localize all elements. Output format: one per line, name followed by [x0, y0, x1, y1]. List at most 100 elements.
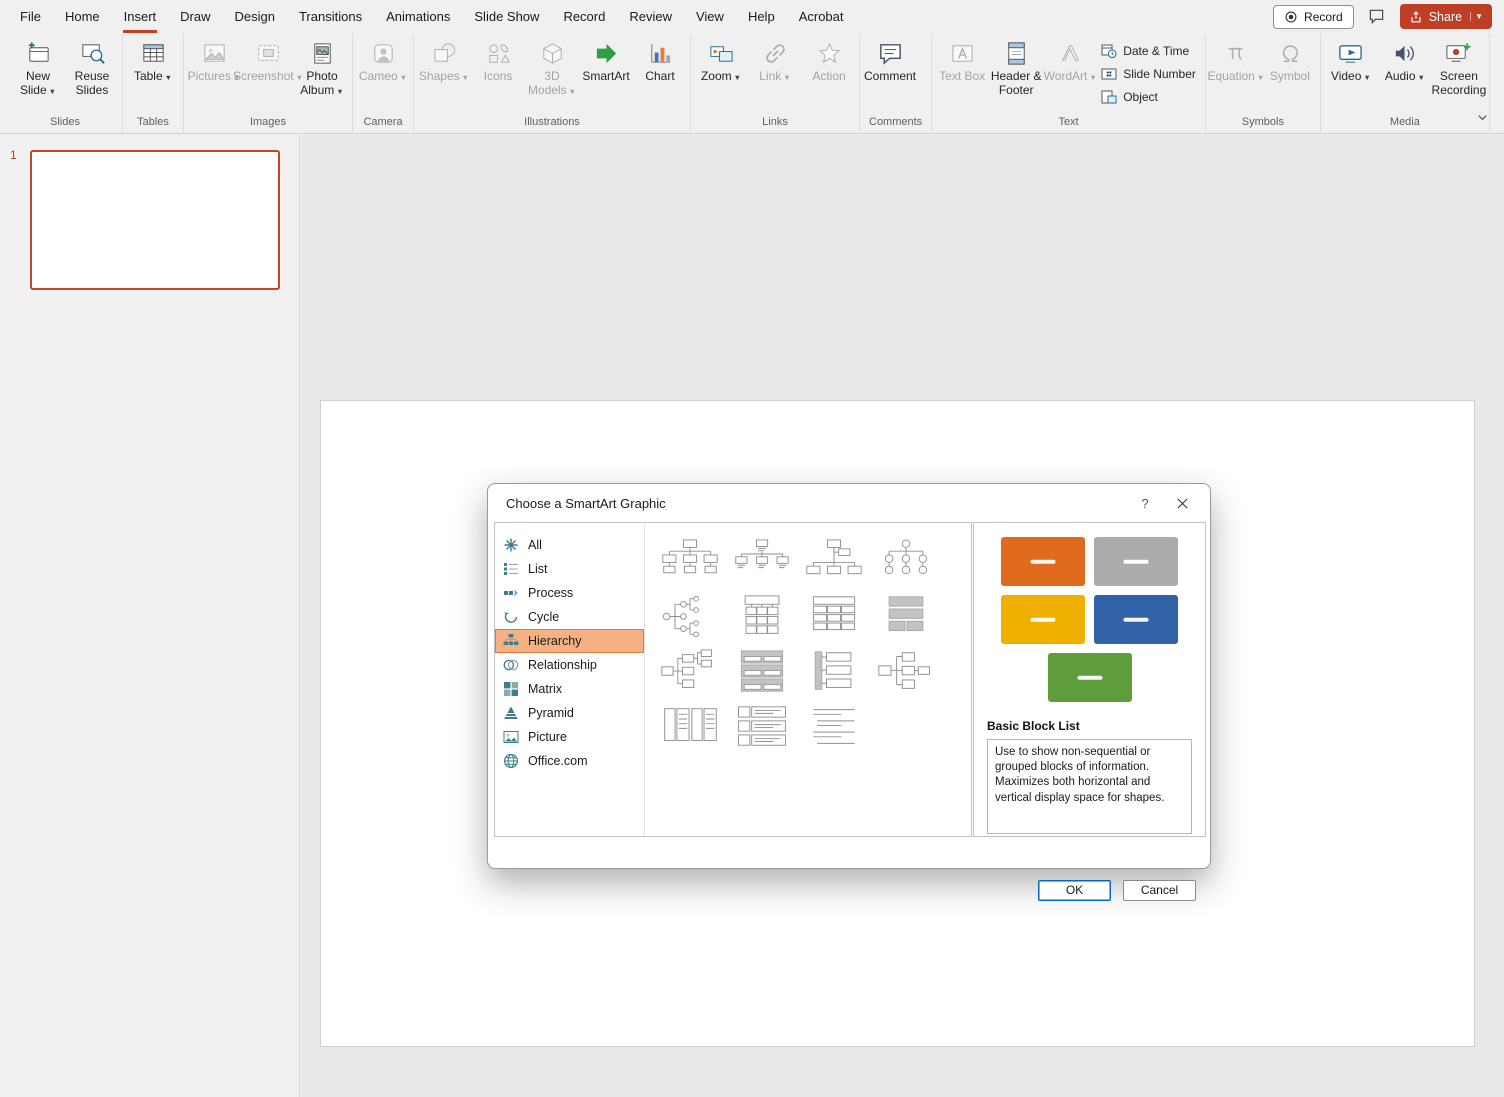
smartart-thumbnail-org-assist[interactable] [798, 534, 870, 589]
menu-tab-acrobat[interactable]: Acrobat [787, 0, 856, 33]
smartart-button[interactable]: SmartArt [579, 34, 633, 86]
link-icon [762, 39, 789, 67]
photo-album-button[interactable]: Photo Album▼ [295, 34, 349, 100]
smartart-thumbnail-stack-list[interactable] [726, 644, 798, 699]
menu-tab-transitions[interactable]: Transitions [287, 0, 374, 33]
video-button[interactable]: Video▼ [1324, 34, 1378, 86]
record-button[interactable]: Record [1273, 5, 1354, 29]
menu-tab-record[interactable]: Record [551, 0, 617, 33]
dialog-actions: OK Cancel [1038, 880, 1196, 901]
process-icon [503, 585, 519, 601]
chevron-down-icon: ▼ [783, 73, 790, 82]
ribbon-group-label-text: Text [935, 113, 1202, 133]
link-button: Link▼ [748, 34, 802, 86]
chart-button[interactable]: Chart [633, 34, 687, 86]
chevron-down-icon: ▼ [400, 73, 407, 82]
menu-tab-insert[interactable]: Insert [112, 0, 169, 33]
smartart-thumbnail-tall-list[interactable] [654, 699, 726, 754]
chevron-down-icon: ▼ [336, 87, 343, 96]
ribbon-group-comments: CommentComments [860, 34, 932, 133]
date-time-icon [1101, 43, 1117, 59]
category-hierarchy[interactable]: Hierarchy [495, 629, 644, 653]
ribbon-group-illustrations: Shapes▼Icons3D Models▼SmartArtChartIllus… [414, 34, 691, 133]
share-button[interactable]: Share ▼ [1400, 4, 1492, 29]
all-icon [503, 537, 519, 553]
ribbon-group-slides: New Slide▼Reuse SlidesSlides [8, 34, 123, 133]
category-picture[interactable]: Picture [495, 725, 644, 749]
smartart-thumbnail-horiz-hier[interactable] [654, 644, 726, 699]
share-chevron-icon[interactable]: ▼ [1470, 12, 1483, 21]
reuse-slides-button[interactable]: Reuse Slides [65, 34, 119, 100]
category-list[interactable]: List [495, 557, 644, 581]
category-list: AllListProcessCycleHierarchyRelationship… [495, 523, 645, 836]
category-pyramid[interactable]: Pyramid [495, 701, 644, 725]
date-time-button[interactable]: Date & Time [1101, 43, 1196, 59]
menu-tab-draw[interactable]: Draw [168, 0, 222, 33]
preview-block-orange [1001, 537, 1085, 586]
ribbon-group-text: Text BoxHeader & FooterWordArt▼Date & Ti… [932, 34, 1206, 133]
pictures-icon [201, 39, 228, 67]
category-process[interactable]: Process [495, 581, 644, 605]
menu-tab-home[interactable]: Home [53, 0, 112, 33]
smartart-thumbnail-circle-tree[interactable] [654, 589, 726, 644]
smartart-thumbnail-org[interactable] [654, 534, 726, 589]
preview-blocks [987, 537, 1192, 702]
header-footer-icon [1003, 39, 1030, 67]
powerpoint-window: FileHomeInsertDrawDesignTransitionsAnima… [0, 0, 1504, 1097]
comment-button[interactable]: Comment [863, 34, 917, 86]
ribbon-group-media: Video▼Audio▼Screen RecordingMedia [1321, 34, 1490, 133]
menu-tab-animations[interactable]: Animations [374, 0, 462, 33]
smartart-thumbnail-table-rows[interactable] [798, 589, 870, 644]
slide-number-icon [1101, 66, 1117, 82]
ribbon-group-links: Zoom▼Link▼ActionLinks [691, 34, 860, 133]
ribbon-group-images: Pictures▼Screenshot▼Photo Album▼Images [184, 34, 353, 133]
category-office-com[interactable]: Office.com [495, 749, 644, 773]
category-all[interactable]: All [495, 533, 644, 557]
menu-tab-help[interactable]: Help [736, 0, 787, 33]
menu-tab-slide-show[interactable]: Slide Show [462, 0, 551, 33]
menu-tab-view[interactable]: View [684, 0, 736, 33]
smartart-thumbnail-horiz-org[interactable] [870, 644, 942, 699]
smartart-thumbnail-circle-org[interactable] [870, 534, 942, 589]
chevron-down-icon: ▼ [1418, 73, 1425, 82]
wordart-button: WordArt▼ [1043, 34, 1097, 86]
smartart-thumbnail-box-subgrid[interactable] [726, 589, 798, 644]
category-relationship[interactable]: Relationship [495, 653, 644, 677]
cancel-button[interactable]: Cancel [1123, 880, 1196, 901]
header-footer-button[interactable]: Header & Footer [989, 34, 1043, 100]
share-icon [1409, 10, 1423, 24]
equation-icon [1222, 39, 1249, 67]
smartart-thumbnail-gray-stack[interactable] [870, 589, 942, 644]
smartart-thumbnail-lined-text[interactable] [798, 699, 870, 754]
help-button[interactable]: ? [1128, 488, 1162, 518]
slide-thumbnail[interactable] [30, 150, 280, 290]
close-button[interactable] [1162, 488, 1202, 518]
category-cycle[interactable]: Cycle [495, 605, 644, 629]
slide-number-button[interactable]: Slide Number [1101, 66, 1196, 82]
comments-button[interactable] [1363, 5, 1391, 29]
zoom-button[interactable]: Zoom▼ [694, 34, 748, 86]
menu-tab-file[interactable]: File [8, 0, 53, 33]
ribbon-collapse-button[interactable] [1472, 109, 1492, 125]
ok-button[interactable]: OK [1038, 880, 1111, 901]
menubar: FileHomeInsertDrawDesignTransitionsAnima… [0, 0, 1504, 33]
record-dot-icon [1284, 10, 1298, 24]
ribbon-group-camera: Cameo▼Camera [353, 34, 414, 133]
slides-panel: 1 [0, 135, 300, 1097]
action-icon [816, 39, 843, 67]
menu-tab-design[interactable]: Design [223, 0, 287, 33]
smartart-thumbnail-row-list[interactable] [726, 699, 798, 754]
new-slide-button[interactable]: New Slide▼ [11, 34, 65, 100]
icons-button: Icons [471, 34, 525, 86]
screen-recording-button[interactable]: Screen Recording [1432, 34, 1486, 100]
audio-button[interactable]: Audio▼ [1378, 34, 1432, 86]
dialog-titlebar[interactable]: Choose a SmartArt Graphic ? [488, 484, 1210, 522]
table-button[interactable]: Table▼ [126, 34, 180, 86]
menu-tab-review[interactable]: Review [617, 0, 684, 33]
chevron-collapse-icon [1476, 111, 1489, 124]
category-matrix[interactable]: Matrix [495, 677, 644, 701]
smartart-thumbnail-org-title[interactable] [726, 534, 798, 589]
object-button[interactable]: Object [1101, 89, 1196, 105]
smartart-thumbnail-vert-arch[interactable] [798, 644, 870, 699]
dialog-title: Choose a SmartArt Graphic [506, 496, 1128, 511]
